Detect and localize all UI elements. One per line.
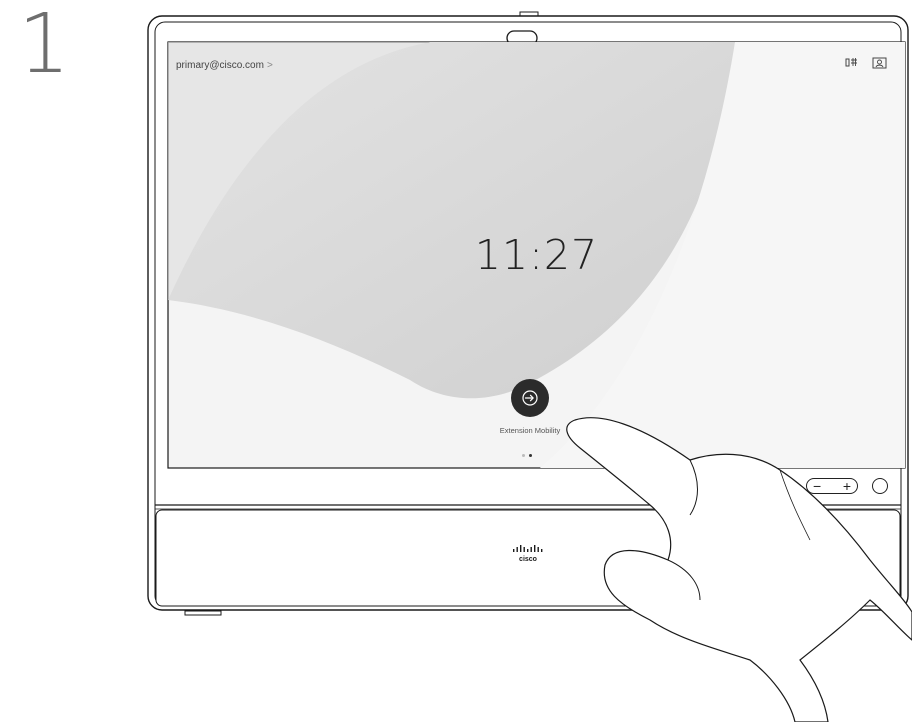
page-indicator[interactable] — [522, 454, 532, 457]
volume-up-button[interactable]: + — [843, 479, 851, 493]
headset-status-icon[interactable] — [844, 57, 858, 72]
account-label: primary@cisco.com — [176, 60, 264, 71]
power-button[interactable] — [872, 478, 888, 494]
account-link[interactable]: primary@cisco.com > — [176, 60, 273, 71]
page-dot-active[interactable] — [529, 454, 532, 457]
chevron-right-icon: > — [266, 60, 273, 71]
extension-mobility-label: Extension Mobility — [499, 426, 561, 435]
cisco-logo: cisco — [508, 544, 548, 569]
stand-foot — [184, 610, 222, 616]
home-screen: primary@cisco.com > 11:27 Extension Mobil… — [168, 42, 905, 468]
page-dot[interactable] — [522, 454, 525, 457]
clock: 11:27 — [474, 231, 599, 279]
status-icons — [844, 57, 887, 72]
volume-control: − + — [806, 478, 858, 494]
extension-mobility-button[interactable] — [511, 379, 549, 417]
svg-text:cisco: cisco — [519, 556, 537, 563]
self-view-icon[interactable] — [872, 57, 887, 72]
login-arrow-icon — [522, 390, 538, 406]
volume-down-button[interactable]: − — [813, 479, 821, 493]
